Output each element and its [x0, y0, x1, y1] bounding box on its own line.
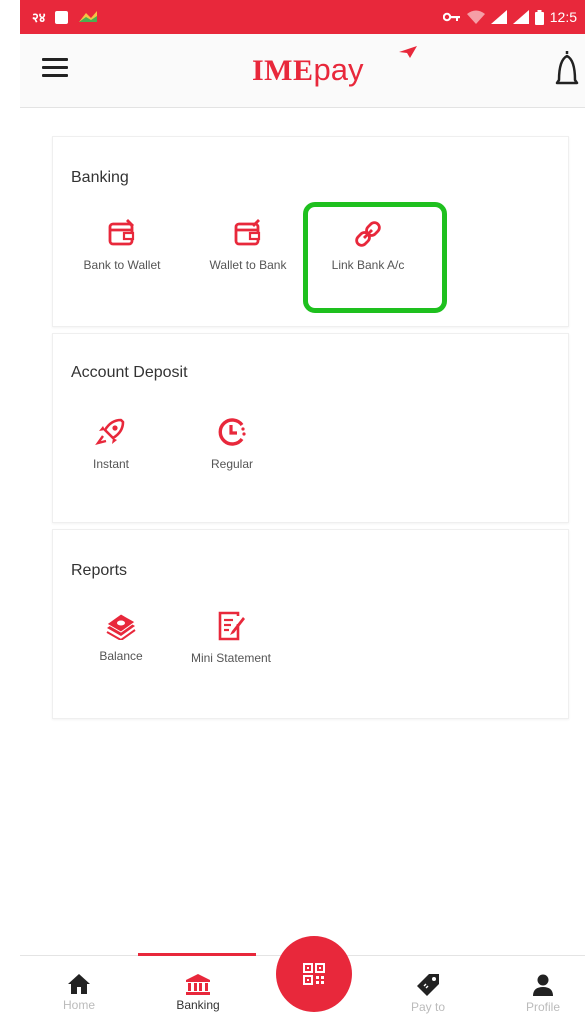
wallet-to-bank-button[interactable]: Wallet to Bank	[193, 219, 303, 272]
nav-item-pay-to[interactable]: Pay to	[383, 956, 473, 1020]
reports-section: Reports Balance Mini Statement	[52, 529, 569, 719]
signal-2-icon	[512, 10, 529, 24]
wifi-icon	[466, 10, 485, 24]
vpn-key-icon	[442, 12, 460, 22]
instant-deposit-button[interactable]: Instant	[56, 416, 166, 471]
rocket-icon	[95, 418, 125, 445]
tile-label: Mini Statement	[190, 651, 272, 665]
tile-label: Regular	[210, 457, 254, 471]
signal-icon	[490, 10, 507, 24]
menu-icon[interactable]	[42, 58, 68, 78]
section-title-account-deposit: Account Deposit	[71, 364, 188, 381]
bank-to-wallet-button[interactable]: Bank to Wallet	[67, 219, 177, 272]
app-notification-icon	[78, 11, 97, 22]
mini-statement-button[interactable]: Mini Statement	[176, 610, 286, 665]
qr-scan-button[interactable]	[276, 936, 352, 1012]
bank-icon	[186, 974, 210, 995]
nav-label: Banking	[176, 998, 220, 1012]
regular-deposit-button[interactable]: Regular	[177, 416, 287, 471]
imepay-logo: IMEpay	[252, 44, 417, 96]
status-time: 12:5	[549, 9, 577, 25]
balance-report-button[interactable]: Balance	[66, 610, 176, 663]
app-header: IMEpay	[20, 34, 585, 108]
notification-bell-icon[interactable]	[555, 48, 579, 92]
gallery-notification-icon	[54, 10, 68, 24]
home-icon	[68, 974, 90, 994]
statement-icon	[218, 611, 245, 641]
tag-icon	[417, 974, 439, 996]
bottom-nav: Home Banking Pay to Profile	[20, 936, 585, 1020]
tile-label: Bank to Wallet	[83, 258, 161, 272]
status-carrier: २४	[32, 11, 46, 26]
clock-icon	[218, 418, 246, 446]
battery-icon	[534, 9, 544, 25]
paper-plane-icon	[399, 46, 417, 58]
nav-item-home[interactable]: Home	[34, 956, 124, 1020]
wallet-out-icon	[234, 219, 261, 246]
section-title-banking: Banking	[71, 169, 129, 186]
nav-item-banking[interactable]: Banking	[153, 956, 243, 1020]
cash-stack-icon	[106, 613, 136, 640]
person-icon	[533, 974, 553, 996]
account-deposit-section: Account Deposit Instant Regular	[52, 333, 569, 523]
logo-brand: IME	[252, 54, 314, 87]
tile-label: Balance	[99, 649, 143, 663]
wallet-in-icon	[108, 219, 135, 246]
status-bar: २४ 12:5	[20, 0, 585, 34]
qr-code-icon	[303, 963, 325, 985]
nav-label: Profile	[525, 1000, 560, 1014]
section-title-reports: Reports	[71, 562, 128, 579]
tile-label: Instant	[92, 457, 130, 471]
nav-item-profile[interactable]: Profile	[498, 956, 585, 1020]
nav-label: Home	[62, 998, 95, 1012]
highlight-box	[303, 202, 447, 313]
logo-suffix: pay	[313, 52, 364, 87]
nav-label: Pay to	[410, 1000, 446, 1014]
tile-label: Wallet to Bank	[209, 258, 287, 272]
